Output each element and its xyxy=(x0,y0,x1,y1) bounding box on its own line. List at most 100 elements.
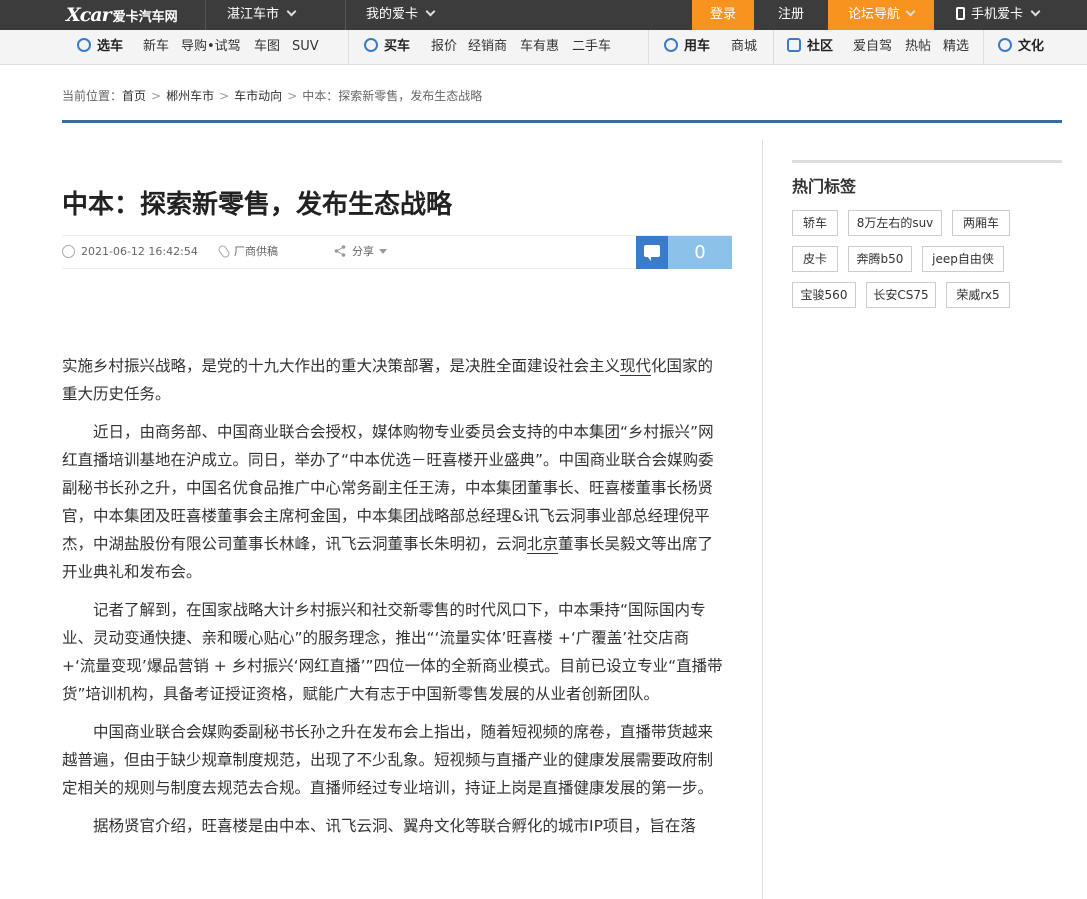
nav-select-car[interactable]: 选车 xyxy=(77,30,123,64)
caret-down-icon xyxy=(379,249,387,254)
paragraph-text: 近日，由商务部、中国商业联合会授权，媒体购物专业委员会支持的中本集团“乡村振兴”… xyxy=(62,423,714,553)
hot-tags-title: 热门标签 xyxy=(792,177,857,196)
nav-use-car[interactable]: 用车 xyxy=(664,30,710,64)
nav-gallery[interactable]: 车图 xyxy=(254,30,280,64)
article-body: 实施乡村振兴战略，是党的十九大作出的重大决策部署，是决胜全面建设社会主义现代化国… xyxy=(62,352,727,850)
tag-item[interactable]: 轿车 xyxy=(792,210,838,236)
city-label: 湛江车市 xyxy=(227,7,280,22)
inline-link[interactable]: 现代 xyxy=(620,357,652,376)
tag-item[interactable]: jeep自由侠 xyxy=(922,246,1004,272)
paragraph: 据杨贤官介绍，旺喜楼是由中本、讯飞云洞、翼舟文化等联合孵化的城市IP项目，旨在落 xyxy=(62,817,696,835)
site-logo[interactable]: Xcar 爱卡汽车网 xyxy=(66,4,178,26)
breadcrumb-separator: > xyxy=(151,89,162,103)
nav-featured[interactable]: 精选 xyxy=(943,30,969,64)
divider xyxy=(348,30,349,65)
article-meta: 2021-06-12 16:42:54 厂商供稿 分享 0 xyxy=(62,235,732,269)
nav-buy-car[interactable]: 买车 xyxy=(364,30,410,64)
forum-nav-menu[interactable]: 论坛导航 xyxy=(828,0,934,30)
chevron-down-icon xyxy=(425,6,436,17)
login-button[interactable]: 登录 xyxy=(692,0,754,30)
breadcrumb-news[interactable]: 车市动向 xyxy=(234,89,282,103)
inline-link[interactable]: 北京 xyxy=(527,535,559,554)
top-bar: Xcar 爱卡汽车网 湛江车市 我的爱卡 登录 注册 论坛导航 手机爱卡 xyxy=(0,0,1087,30)
nav-use-car-label: 用车 xyxy=(684,39,711,54)
publish-date: 2021-06-12 16:42:54 xyxy=(62,236,198,268)
share-button[interactable]: 分享 xyxy=(334,236,387,268)
breadcrumb-label: 当前位置： xyxy=(62,89,123,103)
mobile-label: 手机爱卡 xyxy=(971,7,1024,22)
share-label: 分享 xyxy=(352,245,374,258)
nav-guide[interactable]: 导购•试驾 xyxy=(181,30,241,64)
breadcrumb-city[interactable]: 郴州车市 xyxy=(166,89,214,103)
tag-item[interactable]: 荣威rx5 xyxy=(946,282,1010,308)
tire-icon xyxy=(664,38,678,52)
culture-icon xyxy=(998,38,1012,52)
comment-icon-box xyxy=(636,236,668,269)
nav-hot-posts[interactable]: 热帖 xyxy=(905,30,931,64)
article-source: 厂商供稿 xyxy=(216,236,278,268)
divider xyxy=(345,0,346,30)
chat-icon xyxy=(787,38,801,52)
paragraph: 近日，由商务部、中国商业联合会授权，媒体购物专业委员会支持的中本集团“乡村振兴”… xyxy=(62,418,727,586)
nav-culture[interactable]: 文化 xyxy=(998,30,1044,64)
nav-deals[interactable]: 车有惠 xyxy=(520,30,559,64)
city-selector[interactable]: 湛江车市 xyxy=(227,0,297,30)
logo-mark: Xcar xyxy=(66,4,112,26)
forum-nav-label: 论坛导航 xyxy=(847,7,900,22)
main-nav: 选车 新车 导购•试驾 车图 SUV 买车 报价 经销商 车有惠 二手车 用车 … xyxy=(0,30,1087,65)
logo-text: 爱卡汽车网 xyxy=(112,9,178,25)
clock-icon xyxy=(62,245,75,258)
paragraph: 记者了解到，在国家战略大计乡村振兴和社交新零售的时代风口下，中本秉持“国际国内专… xyxy=(62,601,723,703)
breadcrumb-home[interactable]: 首页 xyxy=(122,89,146,103)
comment-button[interactable]: 0 xyxy=(636,236,732,269)
sidebar-top-line xyxy=(792,160,1062,163)
link-icon xyxy=(216,243,232,260)
phone-icon xyxy=(956,7,965,20)
paragraph: 实施乡村振兴战略，是党的十九大作出的重大决策部署，是决胜全面建设社会主义现代化国… xyxy=(62,352,727,408)
nav-community[interactable]: 社区 xyxy=(787,30,833,64)
nav-culture-label: 文化 xyxy=(1018,39,1045,54)
tag-item[interactable]: 奔腾b50 xyxy=(848,246,912,272)
share-icon xyxy=(334,245,346,257)
nav-dealer[interactable]: 经销商 xyxy=(468,30,507,64)
article-title: 中本：探索新零售，发布生态战略 xyxy=(62,190,453,220)
breadcrumb-separator: > xyxy=(287,89,298,103)
header-divider xyxy=(62,120,1062,123)
nav-mall[interactable]: 商城 xyxy=(731,30,757,64)
article-source-text: 厂商供稿 xyxy=(234,245,278,258)
breadcrumb-separator: > xyxy=(219,89,230,103)
nav-self-drive[interactable]: 爱自驾 xyxy=(853,30,892,64)
tag-item[interactable]: 皮卡 xyxy=(792,246,838,272)
divider xyxy=(983,30,984,65)
paragraph: 中国商业联合会媒购委副秘书长孙之升在发布会上指出，随着短视频的席卷，直播带货越来… xyxy=(62,723,714,797)
divider xyxy=(648,30,649,65)
chevron-down-icon xyxy=(905,6,916,17)
breadcrumb-current: 中本：探索新零售，发布生态战略 xyxy=(302,89,483,103)
comment-count: 0 xyxy=(694,242,706,263)
nav-suv[interactable]: SUV xyxy=(292,30,319,64)
nav-new-car[interactable]: 新车 xyxy=(143,30,169,64)
login-label: 登录 xyxy=(709,7,736,22)
tag-item[interactable]: 8万左右的suv xyxy=(848,210,942,236)
nav-price[interactable]: 报价 xyxy=(431,30,457,64)
column-divider xyxy=(762,140,763,899)
breadcrumb: 当前位置：首页 > 郴州车市 > 车市动向 > 中本：探索新零售，发布生态战略 xyxy=(62,87,482,104)
my-xcar-label: 我的爱卡 xyxy=(366,7,419,22)
steering-wheel-icon xyxy=(77,38,91,52)
yuan-icon xyxy=(364,38,378,52)
tag-item[interactable]: 长安CS75 xyxy=(866,282,936,308)
nav-buy-car-label: 买车 xyxy=(384,39,411,54)
nav-used[interactable]: 二手车 xyxy=(572,30,611,64)
register-label: 注册 xyxy=(777,7,804,22)
divider xyxy=(205,0,206,30)
register-button[interactable]: 注册 xyxy=(754,0,828,30)
mobile-menu[interactable]: 手机爱卡 xyxy=(956,0,1041,30)
paragraph-text: 实施乡村振兴战略，是党的十九大作出的重大决策部署，是决胜全面建设社会主义 xyxy=(62,357,621,375)
nav-select-car-label: 选车 xyxy=(97,39,124,54)
tag-item[interactable]: 宝骏560 xyxy=(792,282,856,308)
chevron-down-icon xyxy=(286,6,297,17)
tag-item[interactable]: 两厢车 xyxy=(952,210,1010,236)
nav-community-label: 社区 xyxy=(807,39,834,54)
comment-icon xyxy=(644,245,660,261)
my-xcar-menu[interactable]: 我的爱卡 xyxy=(366,0,436,30)
